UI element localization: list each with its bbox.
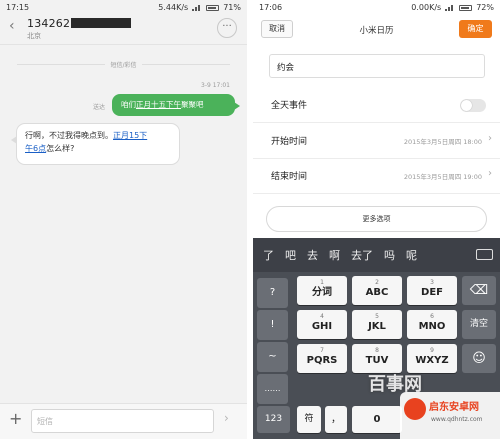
back-arrow-icon[interactable]: ‹ [9, 18, 15, 34]
screenshot-composite: 17:15 5.44K/s 71% ‹ 134262 北京 ··· 短信/彩信 … [0, 0, 500, 439]
keypad-key[interactable]: 9 WXYZ [407, 344, 457, 373]
keypad-key[interactable]: 2 ABC [352, 276, 402, 305]
symbol-key[interactable]: ! [257, 310, 288, 340]
received-message-bubble[interactable]: 行啊，不过我得晚点到。正月15下 午6点怎么样? [11, 123, 180, 165]
symbol-mode-key[interactable]: 符 [297, 406, 321, 433]
candidate-word[interactable]: 吧 [285, 247, 296, 263]
symbol-key[interactable]: …… [257, 374, 288, 404]
status-bar: 17:06 0.00K/s 72% [253, 0, 500, 15]
network-speed: 0.00K/s [411, 3, 442, 12]
message-timestamp: 3-9 17:01 [201, 82, 230, 89]
candidate-word[interactable]: 啊 [329, 247, 340, 263]
date-link[interactable]: 正月十五下午 [136, 100, 181, 109]
battery-percent: 72% [476, 3, 494, 12]
end-time-row[interactable]: 结束时间 2015年3月5日周四 19:00 › [253, 158, 500, 194]
editor-header: 取消 小米日历 确定 [253, 15, 500, 45]
clear-key[interactable]: 清空 [462, 310, 496, 339]
chevron-right-icon: › [488, 168, 492, 179]
status-time: 17:15 [6, 3, 30, 12]
sent-message-bubble[interactable]: 咱们正月十五下午聚聚吧 [112, 94, 240, 116]
battery-icon [459, 4, 473, 11]
start-time-row[interactable]: 开始时间 2015年3月5日周四 18:00 › [253, 123, 500, 159]
start-time-label: 开始时间 [271, 137, 308, 147]
candidate-word[interactable]: 去了 [351, 247, 373, 263]
signal-icon [445, 5, 454, 11]
candidate-word[interactable]: 吗 [384, 247, 395, 263]
signal-icon [192, 5, 201, 11]
confirm-button[interactable]: 确定 [459, 20, 492, 38]
candidate-word[interactable]: 呢 [406, 247, 417, 263]
status-bar: 17:15 5.44K/s 71% [0, 0, 247, 15]
message-input[interactable]: 短信 [31, 409, 214, 433]
contact-number: 134262 [27, 17, 132, 30]
compose-bar: + 短信 › [0, 403, 247, 439]
all-day-toggle[interactable] [460, 99, 486, 112]
time-link[interactable]: 午6点 [25, 144, 46, 153]
redacted-block [71, 18, 132, 28]
candidate-word[interactable]: 了 [263, 247, 274, 263]
symbol-key[interactable]: ~ [257, 342, 288, 372]
sms-screen: 17:15 5.44K/s 71% ‹ 134262 北京 ··· 短信/彩信 … [0, 0, 247, 439]
battery-icon [206, 4, 220, 11]
keypad-key[interactable]: 6 MNO [407, 310, 457, 339]
symbol-key[interactable]: ? [257, 278, 288, 308]
chevron-right-icon: › [488, 133, 492, 144]
keypad-key[interactable]: 7 PQRS [297, 344, 347, 373]
attach-plus-icon[interactable]: + [9, 409, 22, 428]
more-options-icon[interactable]: ··· [217, 18, 237, 38]
delete-key-icon[interactable]: ⌫ [462, 276, 496, 305]
date-link[interactable]: 正月15下 [113, 131, 147, 140]
zero-key[interactable]: 0 [352, 406, 402, 433]
network-speed: 5.44K/s [158, 3, 189, 12]
keypad-key[interactable]: 1 分词 [297, 276, 347, 305]
emoji-key-icon[interactable]: ☺ [462, 344, 496, 373]
all-day-label: 全天事件 [271, 101, 308, 111]
keypad-key[interactable]: 8 TUV [352, 344, 402, 373]
more-options-button[interactable]: 更多选项 [266, 206, 487, 232]
battery-percent: 71% [223, 3, 241, 12]
message-category-divider: 短信/彩信 [0, 60, 247, 69]
keypad-key[interactable]: 3 DEF [407, 276, 457, 305]
end-time-label: 结束时间 [271, 172, 308, 182]
site-watermark: 启东安卓网 www.qdhntz.com [400, 392, 500, 439]
event-title-input[interactable]: 约会 [269, 54, 485, 78]
start-time-value: 2015年3月5日周四 18:00 [403, 138, 482, 146]
delivered-status: 送达 [93, 104, 106, 111]
candidate-bar: 了 吧 去 啊 去了 吗 呢 [253, 238, 500, 272]
conversation-header: ‹ 134262 北京 ··· [0, 15, 247, 45]
site-logo-icon [404, 398, 426, 420]
send-arrow-icon[interactable]: › [224, 411, 229, 425]
numeric-mode-key[interactable]: 123 [257, 406, 290, 433]
keypad-key[interactable]: 4 GHI [297, 310, 347, 339]
hide-keyboard-icon[interactable] [476, 249, 493, 260]
site-url: www.qdhntz.com [431, 416, 483, 423]
contact-location: 北京 [27, 32, 41, 40]
end-time-value: 2015年3月5日周四 19:00 [403, 173, 482, 181]
site-name: 启东安卓网 [429, 402, 479, 413]
all-day-row[interactable]: 全天事件 [253, 87, 500, 123]
keypad-key[interactable]: 5 JKL [352, 310, 402, 339]
comma-key[interactable]: ， [325, 406, 347, 433]
candidate-word[interactable]: 去 [307, 247, 318, 263]
status-time: 17:06 [259, 3, 283, 12]
